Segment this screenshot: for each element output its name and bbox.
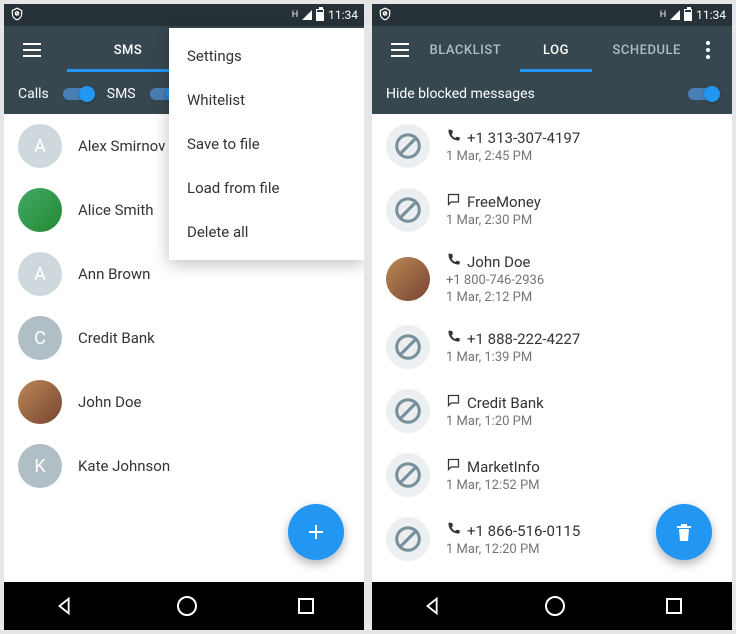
menu-item-load[interactable]: Load from file bbox=[169, 166, 364, 210]
log-title: FreeMoney bbox=[467, 193, 541, 211]
contact-name: Alex Smirnov bbox=[78, 137, 165, 155]
shield-icon bbox=[378, 7, 392, 24]
nav-bar bbox=[372, 582, 732, 630]
log-time: 1 Mar, 12:52 PM bbox=[446, 478, 718, 493]
blocked-icon bbox=[386, 453, 430, 497]
contact-name: Ann Brown bbox=[78, 265, 150, 283]
avatar: A bbox=[18, 252, 62, 296]
log-time: 1 Mar, 2:45 PM bbox=[446, 149, 718, 164]
phone-left: H 11:34 SMS B Calls SMS A Alex Smirnov A… bbox=[4, 4, 364, 630]
clock: 11:34 bbox=[696, 8, 726, 22]
app-bar: BLACKLIST LOG SCHEDULE bbox=[372, 26, 732, 74]
menu-button[interactable] bbox=[380, 43, 420, 57]
log-item[interactable]: +1 313-307-4197 1 Mar, 2:45 PM bbox=[372, 114, 732, 178]
network-indicator: H bbox=[292, 10, 298, 20]
fab-add[interactable] bbox=[288, 504, 344, 560]
phone-icon bbox=[446, 128, 461, 147]
sms-icon bbox=[446, 457, 461, 476]
nav-back-icon[interactable] bbox=[422, 595, 444, 617]
tab-bar: BLACKLIST LOG SCHEDULE bbox=[420, 29, 692, 72]
log-time: 1 Mar, 2:12 PM bbox=[446, 290, 718, 305]
avatar: A bbox=[18, 124, 62, 168]
nav-home-icon[interactable] bbox=[545, 596, 565, 616]
phone-icon bbox=[446, 521, 461, 540]
phone-right: H 11:34 BLACKLIST LOG SCHEDULE Hide bloc… bbox=[372, 4, 732, 630]
blocked-icon bbox=[386, 389, 430, 433]
nav-recent-icon[interactable] bbox=[298, 598, 314, 614]
network-indicator: H bbox=[660, 10, 666, 20]
tab-blacklist[interactable]: BLACKLIST bbox=[420, 29, 511, 72]
nav-home-icon[interactable] bbox=[177, 596, 197, 616]
hide-blocked-label: Hide blocked messages bbox=[386, 86, 674, 102]
contact-name: Alice Smith bbox=[78, 201, 153, 219]
log-time: 1 Mar, 1:20 PM bbox=[446, 414, 718, 429]
log-number: +1 800-746-2936 bbox=[446, 273, 718, 288]
shield-icon bbox=[10, 7, 24, 24]
menu-item-save[interactable]: Save to file bbox=[169, 122, 364, 166]
log-title: +1 866-516-0115 bbox=[467, 522, 580, 540]
nav-recent-icon[interactable] bbox=[666, 598, 682, 614]
menu-button[interactable] bbox=[12, 43, 52, 57]
battery-icon bbox=[316, 9, 324, 21]
filter-sms-label: SMS bbox=[107, 86, 136, 102]
trash-icon bbox=[672, 520, 696, 544]
tab-schedule[interactable]: SCHEDULE bbox=[601, 29, 692, 72]
sms-icon bbox=[446, 393, 461, 412]
filter-calls-label: Calls bbox=[18, 86, 49, 102]
log-title: John Doe bbox=[467, 253, 530, 271]
log-title: MarketInfo bbox=[467, 458, 540, 476]
menu-item-delete-all[interactable]: Delete all bbox=[169, 210, 364, 254]
battery-icon bbox=[684, 9, 692, 21]
plus-icon bbox=[304, 520, 328, 544]
avatar: C bbox=[18, 316, 62, 360]
menu-item-settings[interactable]: Settings bbox=[169, 34, 364, 78]
avatar bbox=[386, 257, 430, 301]
avatar: K bbox=[18, 444, 62, 488]
blocked-icon bbox=[386, 517, 430, 561]
phone-icon bbox=[446, 329, 461, 348]
nav-back-icon[interactable] bbox=[54, 595, 76, 617]
log-title: Credit Bank bbox=[467, 394, 544, 412]
contact-name: Credit Bank bbox=[78, 329, 155, 347]
avatar bbox=[18, 188, 62, 232]
blocked-icon bbox=[386, 188, 430, 232]
tab-log[interactable]: LOG bbox=[511, 29, 602, 72]
signal-icon bbox=[302, 10, 312, 20]
overflow-menu: Settings Whitelist Save to file Load fro… bbox=[169, 28, 364, 260]
log-title: +1 313-307-4197 bbox=[467, 129, 580, 147]
fab-delete[interactable] bbox=[656, 504, 712, 560]
clock: 11:34 bbox=[328, 8, 358, 22]
blocked-icon bbox=[386, 124, 430, 168]
menu-item-whitelist[interactable]: Whitelist bbox=[169, 78, 364, 122]
contact-name: Kate Johnson bbox=[78, 457, 170, 475]
list-item[interactable]: K Kate Johnson bbox=[4, 434, 364, 498]
log-item[interactable]: FreeMoney 1 Mar, 2:30 PM bbox=[372, 178, 732, 242]
status-bar: H 11:34 bbox=[4, 4, 364, 26]
phone-icon bbox=[446, 252, 461, 271]
list-item[interactable]: C Credit Bank bbox=[4, 306, 364, 370]
log-item[interactable]: John Doe +1 800-746-2936 1 Mar, 2:12 PM bbox=[372, 242, 732, 315]
log-time: 1 Mar, 1:39 PM bbox=[446, 350, 718, 365]
signal-icon bbox=[670, 10, 680, 20]
overflow-button[interactable] bbox=[692, 41, 724, 59]
log-item[interactable]: +1 888-222-4227 1 Mar, 1:39 PM bbox=[372, 315, 732, 379]
log-time: 1 Mar, 2:30 PM bbox=[446, 213, 718, 228]
list-item[interactable]: John Doe bbox=[4, 370, 364, 434]
blocked-icon bbox=[386, 325, 430, 369]
log-title: +1 888-222-4227 bbox=[467, 330, 580, 348]
toggle-hide-blocked[interactable] bbox=[688, 88, 718, 100]
contact-name: John Doe bbox=[78, 393, 141, 411]
nav-bar bbox=[4, 582, 364, 630]
status-bar: H 11:34 bbox=[372, 4, 732, 26]
toggle-calls[interactable] bbox=[63, 88, 93, 100]
sms-icon bbox=[446, 192, 461, 211]
log-item[interactable]: Credit Bank 1 Mar, 1:20 PM bbox=[372, 379, 732, 443]
avatar bbox=[18, 380, 62, 424]
log-item[interactable]: MarketInfo 1 Mar, 12:52 PM bbox=[372, 443, 732, 507]
option-bar: Hide blocked messages bbox=[372, 74, 732, 114]
